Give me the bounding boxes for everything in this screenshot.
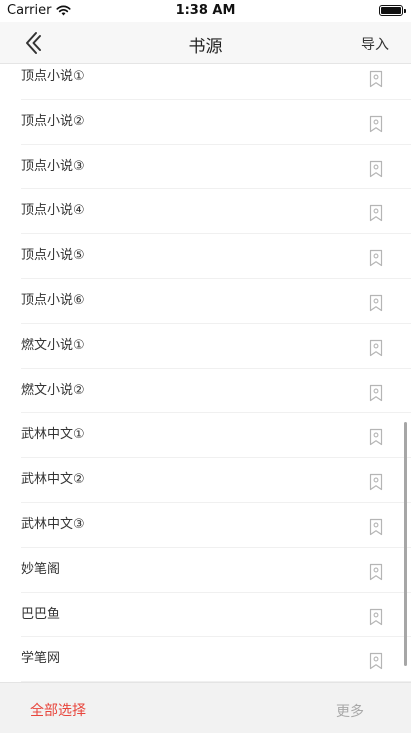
bookmark-icon[interactable] xyxy=(367,384,385,402)
list-item[interactable]: 顶点小说② xyxy=(0,100,411,145)
import-button[interactable]: 导入 xyxy=(361,34,389,54)
list-item-label: 燃文小说② xyxy=(21,382,85,398)
list-item[interactable]: 巴巴鱼 xyxy=(0,593,411,638)
bookmark-icon[interactable] xyxy=(367,428,385,446)
scrollbar[interactable] xyxy=(404,422,407,666)
bookmark-icon[interactable] xyxy=(367,652,385,670)
select-all-button[interactable]: 全部选择 xyxy=(30,700,86,720)
list-item-label: 燃文小说① xyxy=(21,337,85,353)
list-item[interactable]: 武林中文② xyxy=(0,458,411,503)
list-item-label: 学笔网 xyxy=(21,651,61,667)
bookmark-icon[interactable] xyxy=(367,563,385,581)
list-item[interactable]: 顶点小说⑤ xyxy=(0,234,411,279)
list-item[interactable]: 顶点小说④ xyxy=(0,189,411,235)
bookmark-icon[interactable] xyxy=(367,608,385,626)
list-item-label: 顶点小说② xyxy=(21,113,85,129)
status-time: 1:38 AM xyxy=(175,3,236,18)
list-item-label: 武林中文① xyxy=(21,427,85,443)
page-title: 书源 xyxy=(188,37,223,57)
list-item[interactable]: 燃文小说① xyxy=(0,324,411,369)
list-item[interactable]: 顶点小说③ xyxy=(0,145,411,190)
list-item[interactable]: 武林中文③ xyxy=(0,503,411,548)
bookmark-icon[interactable] xyxy=(367,473,385,491)
list-item-label: 顶点小说① xyxy=(21,69,85,84)
bookmark-icon[interactable] xyxy=(367,115,385,133)
list-item-label: 顶点小说⑤ xyxy=(21,248,85,264)
bookmark-icon[interactable] xyxy=(367,294,385,312)
battery-level xyxy=(381,7,401,14)
battery-icon xyxy=(379,5,406,16)
bookmark-icon[interactable] xyxy=(367,204,385,222)
list-item[interactable]: 燃文小说② xyxy=(0,369,411,414)
list-item-label: 武林中文③ xyxy=(21,517,85,532)
nav-bar: 书源 导入 xyxy=(0,22,411,64)
list-item-label: 巴巴鱼 xyxy=(21,606,61,622)
more-button[interactable]: 更多 xyxy=(336,701,364,721)
list-item[interactable]: 武林中文① xyxy=(0,413,411,459)
bookmark-icon[interactable] xyxy=(367,160,385,178)
list-item-label: 顶点小说③ xyxy=(21,158,85,174)
bottom-toolbar: 全部选择 更多 xyxy=(0,682,411,733)
list-item-label: 武林中文② xyxy=(21,472,85,488)
list-item[interactable]: 妙笔阁 xyxy=(0,548,411,593)
bookmark-icon[interactable] xyxy=(367,339,385,357)
list-item[interactable]: 顶点小说⑥ xyxy=(0,279,411,324)
bookmark-icon[interactable] xyxy=(367,249,385,267)
list-item-label: 顶点小说④ xyxy=(21,203,85,219)
list-item-label: 顶点小说⑥ xyxy=(21,293,85,308)
bookmark-icon[interactable] xyxy=(367,70,385,88)
status-bar: Carrier 1:38 AM xyxy=(0,0,411,22)
list-item-label: 妙笔阁 xyxy=(21,561,61,577)
list-item[interactable]: 学笔网 xyxy=(0,637,411,682)
book-source-list: 顶点小说① 顶点小说② 顶点小说③ 顶点小说④ 顶点小说⑤ 顶点小说⑥ 燃文小说① 燃文小说②… xyxy=(0,64,411,682)
bookmark-icon[interactable] xyxy=(367,518,385,536)
list-item[interactable]: 顶点小说① xyxy=(0,64,411,100)
